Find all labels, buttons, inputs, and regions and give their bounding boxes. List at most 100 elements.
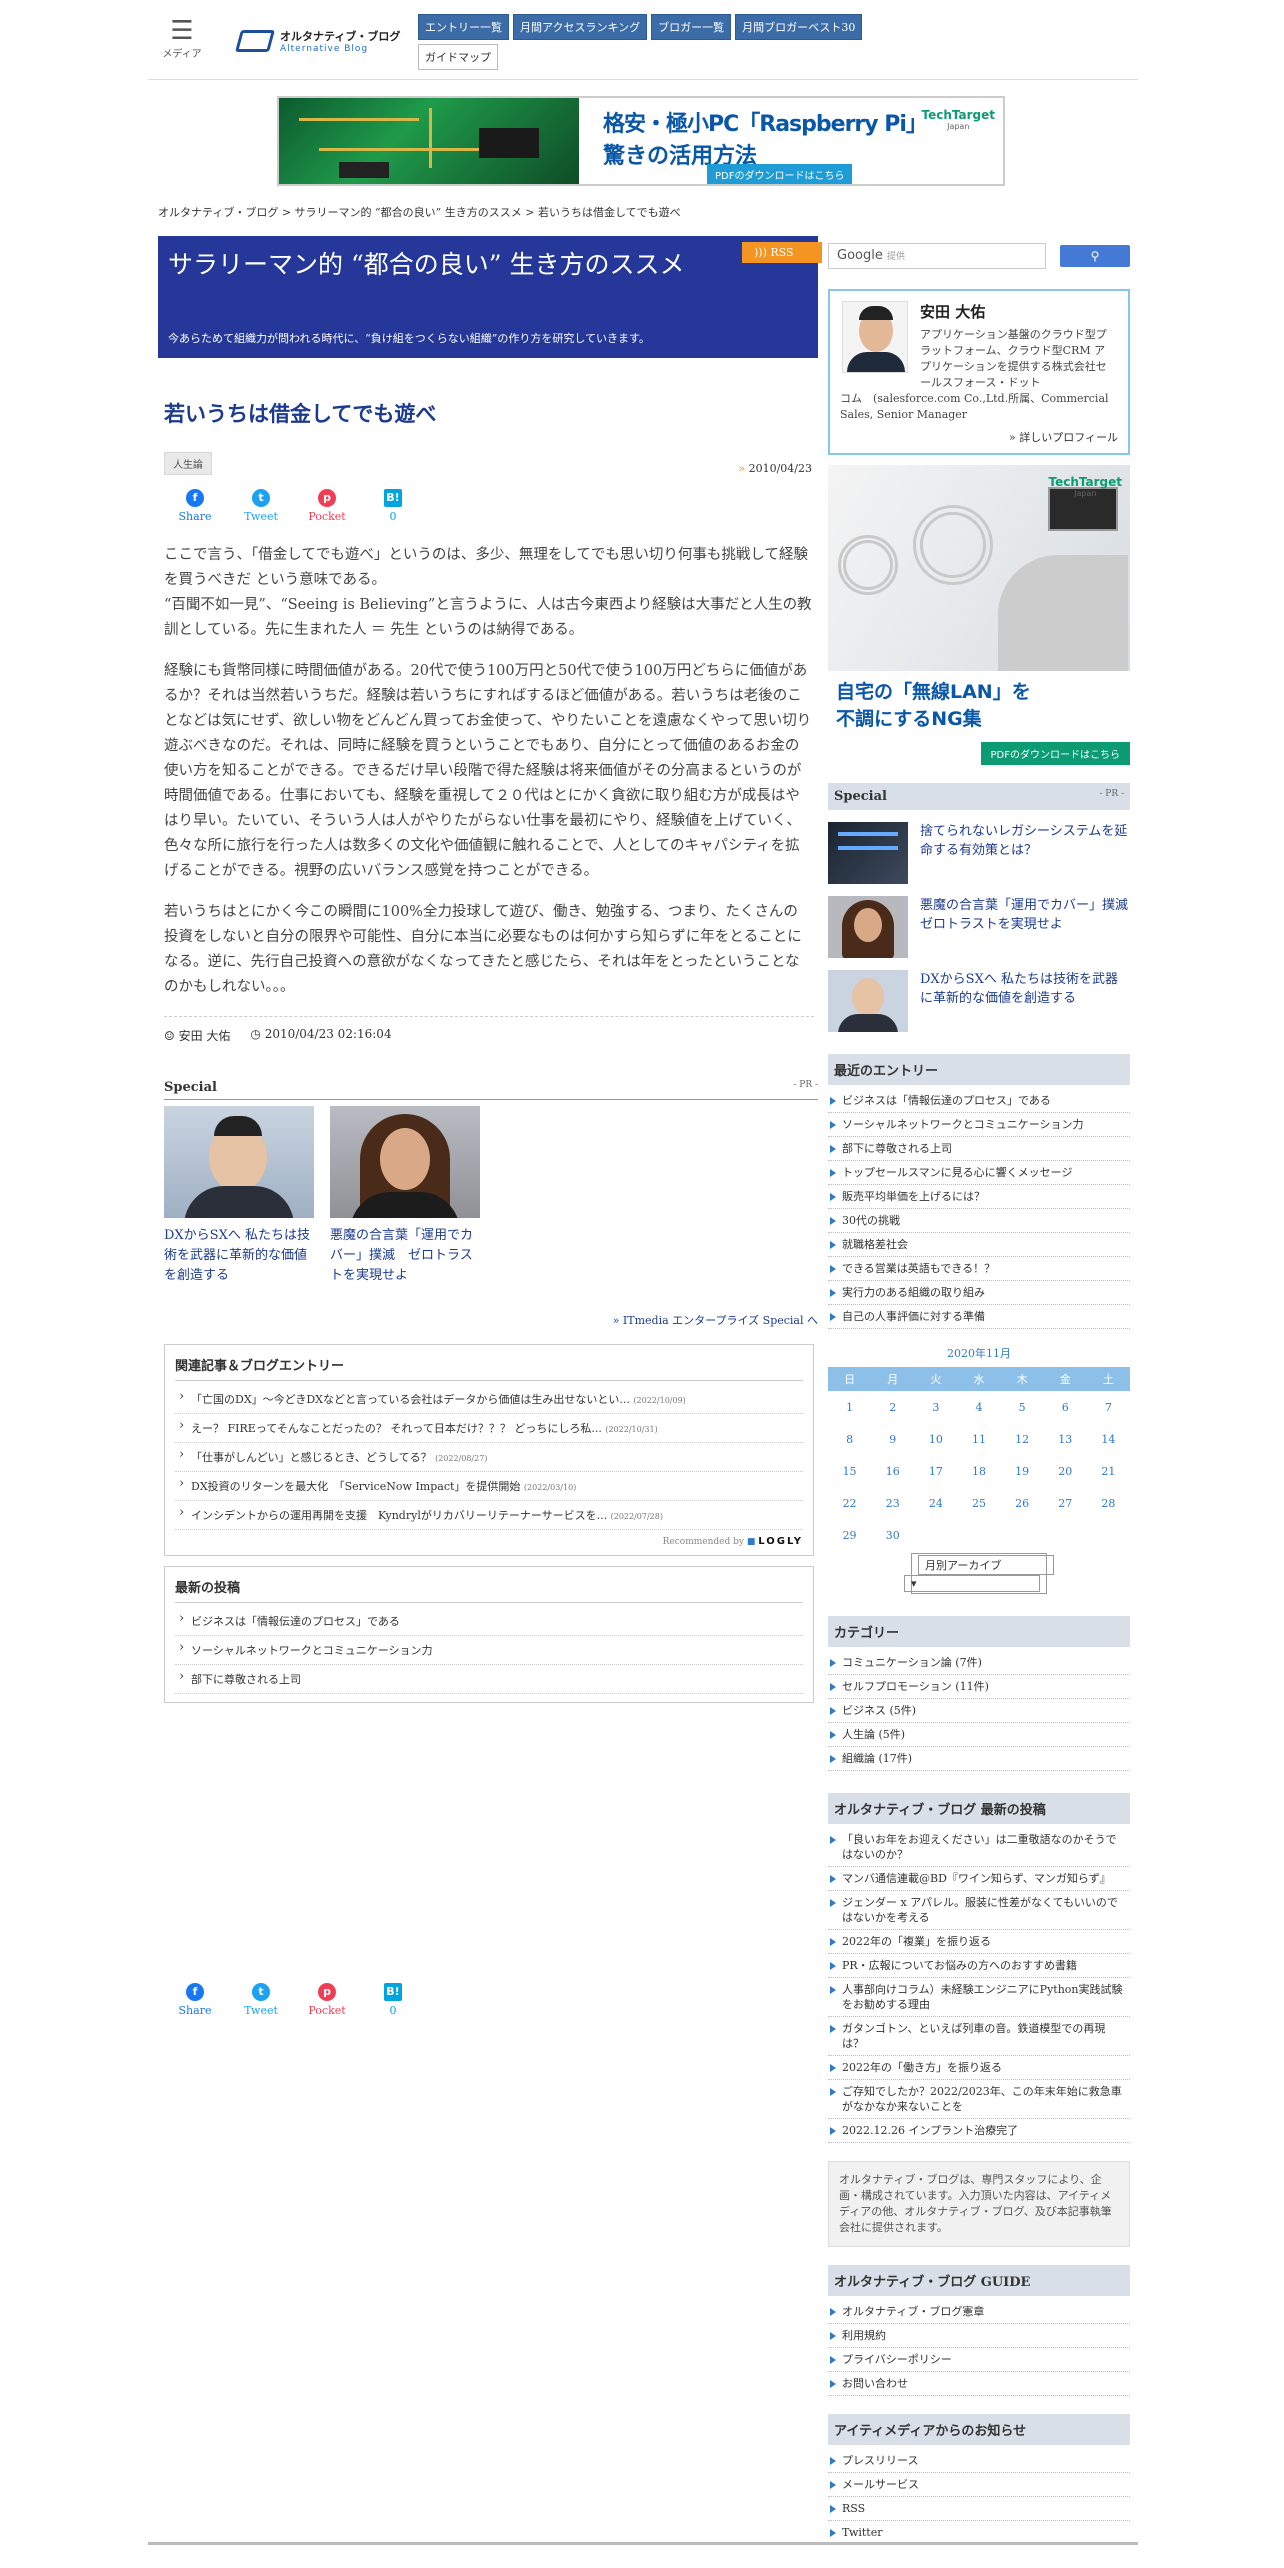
logly-icon: ■ <box>746 1537 756 1547</box>
guide-link[interactable]: 利用規約 <box>828 2324 1130 2348</box>
category-item[interactable]: 組織論 (17件) <box>828 1747 1130 1771</box>
breadcrumb[interactable]: オルタナティブ・ブログ > サラリーマン的 “都合の良い” 生き方のススメ > … <box>158 204 681 220</box>
guide-link[interactable]: オルタナティブ・ブログ憲章 <box>828 2300 1130 2324</box>
banner-download-button[interactable]: PDFのダウンロードはこちら <box>707 164 853 184</box>
related-item[interactable]: 「仕事がしんどい」と感じるとき、どうしてる？ (2022/08/27) <box>175 1443 803 1472</box>
nav-bloggers[interactable]: ブロガー一覧 <box>651 14 732 40</box>
category-item[interactable]: ビジネス (5件) <box>828 1699 1130 1723</box>
category-item[interactable]: 人生論 (5件) <box>828 1723 1130 1747</box>
itmedia-link[interactable]: プレスリリース <box>828 2449 1130 2473</box>
itmedia-link[interactable]: メールサービス <box>828 2473 1130 2497</box>
person-photo <box>330 1106 480 1218</box>
page: ☰ メディア オルタナティブ・ブログ Alternative Blog エントリー… <box>148 0 1141 2545</box>
hatena-bookmark-button[interactable]: B! 0 <box>370 1983 416 2017</box>
guide-link[interactable]: お問い合わせ <box>828 2372 1130 2396</box>
guide-link[interactable]: プライバシーポリシー <box>828 2348 1130 2372</box>
sidebar: Google 提供 ⚲ 安田 大佑 アプリケーション基盤のクラウド型プラットフォ… <box>828 243 1141 2545</box>
related-item[interactable]: えー？ FIREってそんなことだったの？ それって日本だけ？？？ どっちにしろ私… <box>175 1414 803 1443</box>
blog-latest-item[interactable]: ガタンゴトン、といえば列車の音。鉄道模型での再現は？ <box>828 2017 1130 2056</box>
itmedia-special-link[interactable]: » ITmedia エンタープライズ Special へ <box>158 1312 818 1328</box>
recent-entry[interactable]: トップセールスマンに見る心に響くメッセージ <box>828 1161 1130 1185</box>
recent-entry[interactable]: 自己の人事評価に対する準備 <box>828 1305 1130 1329</box>
nav-ranking[interactable]: 月間アクセスランキング <box>513 14 648 40</box>
sidebar-ad[interactable]: 自宅の「無線LAN」を 不調にするNG集 PDFのダウンロードはこちら Tech… <box>828 465 1130 767</box>
google-search: Google 提供 ⚲ <box>828 243 1130 269</box>
entry-title[interactable]: 若いうちは借金してでも遊べ <box>164 398 818 428</box>
latest-item[interactable]: ビジネスは「情報伝達のプロセス」である <box>175 1607 803 1636</box>
hatena-icon: B! <box>384 489 402 507</box>
author-avatar[interactable] <box>842 301 908 373</box>
facebook-share-button[interactable]: f Share <box>172 1983 218 2017</box>
menu-button[interactable]: ☰ メディア <box>162 18 202 60</box>
ad-download-button[interactable]: PDFのダウンロードはこちら <box>980 742 1130 765</box>
category-item[interactable]: セルフプロモーション (11件) <box>828 1675 1130 1699</box>
person-photo <box>164 1106 314 1218</box>
search-button[interactable]: ⚲ <box>1060 245 1130 267</box>
blog-description: 今あらためて組織力が問われる時代に、“負け組をつくらない組織”の作り方を研究して… <box>168 332 650 345</box>
blog-latest-item[interactable]: マンバ通信連載@BD『ワイン知らず、マンガ知らず』 <box>828 1867 1130 1891</box>
recent-entry[interactable]: 実行力のある組織の取り組み <box>828 1281 1130 1305</box>
site-logo[interactable]: オルタナティブ・ブログ Alternative Blog <box>235 28 400 54</box>
blog-latest-item[interactable]: 2022.12.26 インプラント治療完了 <box>828 2119 1130 2143</box>
category-item[interactable]: コミュニケーション論 (7件) <box>828 1651 1130 1675</box>
blog-latest-item[interactable]: 2022年の「働き方」を振り返る <box>828 2056 1130 2080</box>
ad-banner[interactable]: 格安・極小PC「Raspberry Pi」 驚きの活用方法 PDFのダウンロード… <box>277 96 1005 186</box>
recent-entry[interactable]: ビジネスは「情報伝達のプロセス」である <box>828 1089 1130 1113</box>
recent-entries: ビジネスは「情報伝達のプロセス」である ソーシャルネットワークとコミュニケーショ… <box>828 1089 1130 1329</box>
pocket-button[interactable]: p Pocket <box>304 489 350 523</box>
itmedia-link[interactable]: RSS <box>828 2497 1130 2521</box>
special-item[interactable]: 悪魔の合言葉「運用でカバー」撲滅 ゼロトラストを実現せよ <box>330 1106 480 1286</box>
sidebar-special-item[interactable]: 捨てられないレガシーシステムを延命する有効策とは？ <box>828 822 1130 884</box>
pocket-icon: p <box>318 1983 336 2001</box>
blog-latest-item[interactable]: ご存知でしたか？2022/2023年、この年末年始に救急車がなかなか来ないことを <box>828 2080 1130 2119</box>
special-caption: DXからSXへ 私たちは技術を武器に革新的な価値を創造する <box>164 1228 310 1283</box>
blog-latest-item[interactable]: 2022年の「複業」を振り返る <box>828 1930 1130 1954</box>
search-input[interactable]: Google 提供 <box>828 243 1046 269</box>
recent-entry[interactable]: 部下に尊敬される上司 <box>828 1137 1130 1161</box>
blog-latest-item[interactable]: 人事部向けコラム）未経験エンジニアにPython実践試験をお勧めする理由 <box>828 1978 1130 2017</box>
banner-headline: 格安・極小PC「Raspberry Pi」 <box>603 112 928 137</box>
archive-select[interactable]: 月別アーカイブ ▾ <box>828 1553 1130 1594</box>
blog-title[interactable]: サラリーマン的 “都合の良い” 生き方のススメ <box>168 248 738 282</box>
profile-name[interactable]: 安田 大佑 <box>920 301 985 322</box>
latest-item[interactable]: 部下に尊敬される上司 <box>175 1665 803 1694</box>
clock-icon: ◷ <box>250 1027 265 1041</box>
special-caption: 悪魔の合言葉「運用でカバー」撲滅 ゼロトラストを実現せよ <box>330 1228 474 1283</box>
ad-subheadline: 不調にするNG集 <box>836 708 982 730</box>
nav-entries[interactable]: エントリー一覧 <box>418 14 509 40</box>
blog-latest-item[interactable]: PR・広報についてお悩みの方へのおすすめ書籍 <box>828 1954 1130 1978</box>
ad-headline: 自宅の「無線LAN」を <box>836 681 1031 703</box>
twitter-share-button[interactable]: t Tweet <box>238 489 284 523</box>
person-photo <box>828 970 908 1032</box>
hatena-bookmark-button[interactable]: B! 0 <box>370 489 416 523</box>
entry-tag[interactable]: 人生論 <box>164 452 212 475</box>
rss-button[interactable]: ))) RSS <box>742 242 822 263</box>
blog-latest: 「良いお年をお迎えください」は二重敬語なのかそうではないのか？ マンバ通信連載@… <box>828 1828 1130 2143</box>
twitter-share-button[interactable]: t Tweet <box>238 1983 284 2017</box>
blog-latest-item[interactable]: ジェンダー x アパレル。服装に性差がなくてもいいのではないかを考える <box>828 1891 1130 1930</box>
logly-credit[interactable]: Recommended by ■ LOGLY <box>175 1536 803 1547</box>
nav-guidemap[interactable]: ガイドマップ <box>418 44 498 70</box>
special-item[interactable]: DXからSXへ 私たちは技術を武器に革新的な価値を創造する <box>164 1106 314 1286</box>
itmedia-links: プレスリリース メールサービス RSS Twitter <box>828 2449 1130 2545</box>
search-icon: ⚲ <box>1090 249 1100 263</box>
related-item[interactable]: 「亡国のDX」～今どきDXなどと言っている会社はデータから価値は生み出せないとい… <box>175 1385 803 1414</box>
pocket-button[interactable]: p Pocket <box>304 1983 350 2017</box>
pocket-icon: p <box>318 489 336 507</box>
related-item[interactable]: インシデントからの運用再開を支援 Kyndrylがリカバリーリテーナーサービスを… <box>175 1501 803 1530</box>
sidebar-special-item[interactable]: 悪魔の合言葉「運用でカバー」撲滅 ゼロトラストを実現せよ <box>828 896 1141 958</box>
facebook-share-button[interactable]: f Share <box>172 489 218 523</box>
nav-best30[interactable]: 月間ブロガーベスト30 <box>735 14 863 40</box>
sidebar-special-item[interactable]: DXからSXへ 私たちは技術を武器に革新的な価値を創造する <box>828 970 1130 1032</box>
recent-entry[interactable]: 販売平均単価を上げるには？ <box>828 1185 1130 1209</box>
related-item[interactable]: DX投資のリターンを最大化 「ServiceNow Impact」を提供開始 (… <box>175 1472 803 1501</box>
recent-entry[interactable]: 就職格差社会 <box>828 1233 1130 1257</box>
profile-more-link[interactable]: » 詳しいプロフィール <box>1009 429 1118 445</box>
twitter-icon: t <box>252 489 270 507</box>
recent-entry[interactable]: ソーシャルネットワークとコミュニケーション力 <box>828 1113 1130 1137</box>
recent-entry[interactable]: 30代の挑戦 <box>828 1209 1130 1233</box>
blog-latest-item[interactable]: 「良いお年をお迎えください」は二重敬語なのかそうではないのか？ <box>828 1828 1130 1867</box>
author[interactable]: ☺ 安田 大佑 <box>164 1027 230 1044</box>
latest-item[interactable]: ソーシャルネットワークとコミュニケーション力 <box>175 1636 803 1665</box>
recent-entry[interactable]: できる営業は英語もできる！？ <box>828 1257 1130 1281</box>
